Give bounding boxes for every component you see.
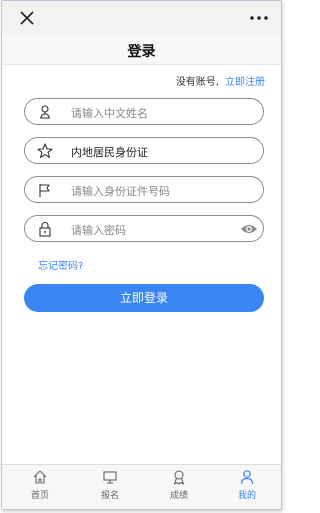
title-bar: 登录 bbox=[2, 35, 281, 65]
tab-home-label: 首页 bbox=[30, 491, 49, 501]
id-type-value: 内地居民身份证 bbox=[71, 146, 148, 159]
monitor-icon bbox=[103, 471, 117, 484]
password-field[interactable]: 请输入密码 bbox=[24, 215, 264, 242]
flag-icon bbox=[39, 184, 50, 197]
register-line: 没有账号, 立即注册 bbox=[176, 73, 265, 88]
bottom-tab-bar: 首页 报名 成绩 我的 bbox=[2, 464, 281, 509]
home-icon bbox=[33, 470, 47, 484]
id-type-select[interactable]: 内地居民身份证 bbox=[24, 137, 264, 164]
tab-scores-label: 成绩 bbox=[169, 491, 188, 501]
name-field[interactable]: 请输入中文姓名 bbox=[24, 98, 264, 125]
tab-mine-label: 我的 bbox=[237, 491, 256, 501]
user-icon bbox=[240, 470, 254, 485]
close-icon[interactable] bbox=[16, 7, 38, 29]
forgot-password-link[interactable]: 忘记密码? bbox=[38, 257, 83, 272]
lock-icon bbox=[39, 221, 51, 237]
tab-mine[interactable]: 我的 bbox=[222, 469, 272, 507]
register-link[interactable]: 立即注册 bbox=[225, 77, 265, 88]
window-topbar bbox=[2, 1, 281, 35]
eye-icon[interactable] bbox=[240, 222, 258, 236]
page-title: 登录 bbox=[127, 44, 156, 60]
tab-home[interactable]: 首页 bbox=[15, 469, 65, 507]
tab-register-label: 报名 bbox=[100, 491, 119, 501]
person-icon bbox=[40, 105, 50, 119]
register-prompt: 没有账号, bbox=[175, 77, 219, 88]
password-placeholder: 请输入密码 bbox=[71, 224, 126, 237]
tab-scores[interactable]: 成绩 bbox=[154, 469, 204, 507]
tab-register[interactable]: 报名 bbox=[85, 469, 135, 507]
name-placeholder: 请输入中文姓名 bbox=[71, 107, 148, 120]
star-icon bbox=[37, 143, 53, 159]
id-number-field[interactable]: 请输入身份证件号码 bbox=[24, 176, 264, 203]
more-icon[interactable] bbox=[247, 7, 271, 29]
award-icon bbox=[173, 470, 185, 485]
id-number-placeholder: 请输入身份证件号码 bbox=[71, 185, 170, 198]
app-window: 登录 没有账号, 立即注册 请输入中文姓名 内地居民身份证 请输入身份证件号码 请… bbox=[1, 0, 282, 510]
login-button[interactable]: 立即登录 bbox=[24, 284, 264, 312]
